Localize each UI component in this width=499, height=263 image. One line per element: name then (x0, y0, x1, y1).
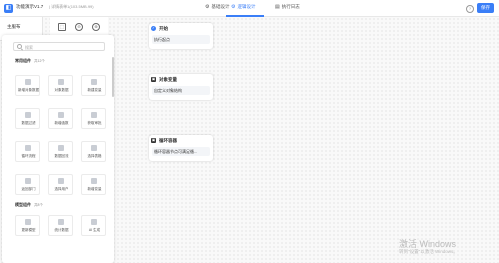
component-icon (91, 112, 97, 118)
zoom-out-icon[interactable]: ⊖ (75, 23, 83, 31)
component-card[interactable]: 循环流程 (15, 141, 40, 162)
check-circle-icon: ✓ (151, 25, 156, 31)
tab-label: 逻辑设计 (237, 4, 256, 9)
component-label: 选择表格 (87, 154, 102, 158)
loop-icon: ▣ (151, 137, 156, 143)
component-icon (25, 79, 31, 85)
component-panel: 搜索 常用组件 共12个 新增对象数据 对象数据 新建变量 数据过滤 新增函数 … (2, 35, 114, 263)
windows-activation-subtitle: 转到"设置"以激活 Windows。 (399, 249, 458, 254)
component-card[interactable]: 新增函数 (48, 108, 73, 129)
component-card[interactable]: 数据回流 (48, 141, 73, 162)
variable-icon: ▣ (151, 76, 156, 82)
section-count: 共12个 (34, 58, 45, 63)
component-icon (58, 145, 64, 151)
chevron-right-icon: › (154, 36, 156, 42)
zoom-in-icon[interactable]: ⊕ (92, 23, 100, 31)
app-title: 功能演示V1.7 (16, 4, 44, 9)
component-card[interactable]: 统计数据 (48, 215, 73, 236)
save-button[interactable]: 保存 (477, 3, 494, 13)
app-header: ◧ 功能演示V1.7 | 详情表单1(103.5MB.99) ⚙ 基础设计 ⚙ 逻辑… (0, 0, 499, 17)
tab-basic-design[interactable]: ⚙ 基础设计 (205, 4, 229, 10)
node-title: 开始 (159, 26, 168, 31)
component-icon (58, 178, 64, 184)
node-title: 循环容器 (159, 138, 177, 143)
component-label: 选择用户 (54, 187, 69, 191)
component-card[interactable]: 选择表格 (81, 141, 106, 162)
settings-icon: ⚙ (205, 4, 210, 10)
component-label: AI 生成 (88, 228, 101, 232)
search-icon (17, 44, 22, 49)
settings-icon: ⚙ (231, 4, 236, 10)
fit-view-icon[interactable]: ⬚ (58, 23, 66, 31)
component-card[interactable]: 对象数据 (48, 75, 73, 96)
component-icon (25, 219, 31, 225)
component-icon (25, 145, 31, 151)
component-label: 新增变量 (87, 187, 102, 191)
search-placeholder: 搜索 (25, 44, 33, 50)
component-label: 数据过滤 (21, 121, 36, 125)
component-label: 循环流程 (21, 154, 36, 158)
section-title: 常用组件 (15, 58, 31, 63)
log-icon: ▤ (275, 4, 280, 10)
tab-label: 执行日志 (281, 4, 300, 9)
app-logo-icon: ◧ (4, 4, 13, 13)
canvas-toolbar: ⬚ ⊖ ⊕ (50, 17, 108, 37)
node-title: 对象变量 (159, 77, 177, 82)
component-label: 更新模型 (21, 228, 36, 232)
chevron-right-icon: › (154, 87, 156, 93)
component-label: 统计数据 (54, 228, 69, 232)
component-card[interactable]: 更新模型 (15, 215, 40, 236)
component-card[interactable]: 获取审批 (81, 108, 106, 129)
component-label: 数据回流 (54, 154, 69, 158)
component-card[interactable]: 新增变量 (81, 174, 106, 195)
component-label: 新增函数 (54, 121, 69, 125)
panel-scrollbar[interactable] (112, 57, 114, 97)
component-icon (25, 178, 31, 184)
component-card[interactable]: 新建变量 (81, 75, 106, 96)
section-count: 共8个 (34, 202, 43, 207)
component-label: 获取审批 (87, 121, 102, 125)
component-icon (58, 79, 64, 85)
component-card[interactable]: 数据过滤 (15, 108, 40, 129)
component-icon (91, 79, 97, 85)
component-label: 对象数据 (54, 88, 69, 92)
node-body[interactable]: 循环容器节点可满足循... › (152, 147, 210, 156)
tab-execution-log[interactable]: ▤ 执行日志 (275, 4, 300, 10)
help-icon[interactable]: ? (466, 5, 474, 13)
flow-node-loop-container[interactable]: ▣ 循环容器 循环容器节点可满足循... › (149, 135, 213, 161)
component-icon (58, 219, 64, 225)
section-title: 模型组件 (15, 202, 31, 207)
component-icon (91, 178, 97, 184)
component-card[interactable]: 选择用户 (48, 174, 73, 195)
component-label: 新建变量 (87, 88, 102, 92)
flow-node-object-variable[interactable]: ▣ 对象变量 自定义对象结构 › (149, 74, 213, 100)
component-icon (91, 219, 97, 225)
node-body[interactable]: 执行起点 › (152, 35, 210, 44)
component-card[interactable]: 新增对象数据 (15, 75, 40, 96)
component-icon (25, 112, 31, 118)
component-card[interactable]: AI 生成 (81, 215, 106, 236)
chevron-right-icon: › (154, 148, 156, 154)
component-icon (58, 112, 64, 118)
component-label: 新增对象数据 (18, 88, 39, 92)
component-label: 返回部门 (21, 187, 36, 191)
component-icon (91, 145, 97, 151)
app-subtitle: | 详情表单1(103.5MB.99) (49, 4, 94, 9)
component-search-input[interactable]: 搜索 (13, 42, 105, 51)
tab-label: 基础设计 (211, 4, 230, 9)
left-tab-main[interactable]: 主服布 (7, 24, 21, 30)
tab-logic-design[interactable]: ⚙ 逻辑设计 (231, 4, 255, 10)
flow-node-start[interactable]: ✓ 开始 执行起点 › (149, 23, 213, 49)
component-card[interactable]: 返回部门 (15, 174, 40, 195)
node-body[interactable]: 自定义对象结构 › (152, 86, 210, 95)
